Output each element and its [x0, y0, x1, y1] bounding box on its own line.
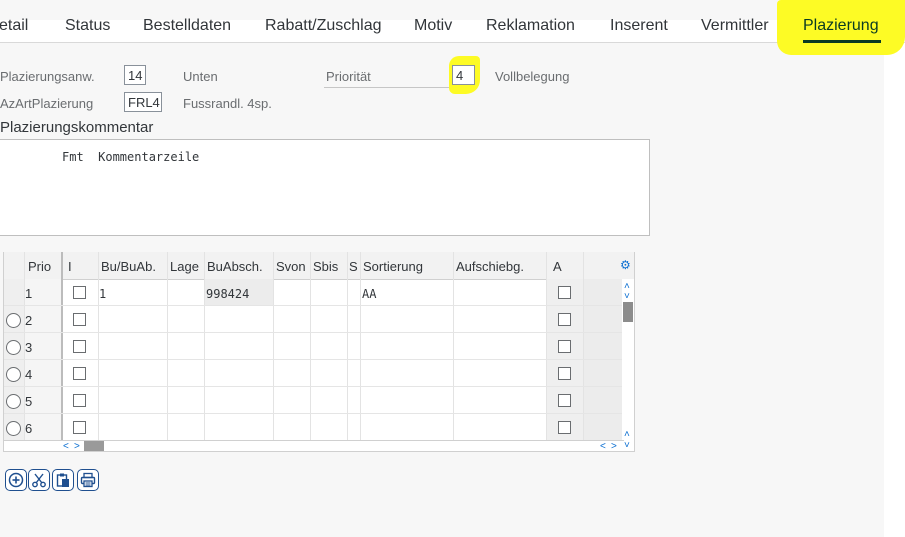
- row-divider: [4, 332, 624, 333]
- row-select-radio[interactable]: [6, 313, 21, 328]
- col-header-sortierung[interactable]: Sortierung: [363, 259, 423, 274]
- az-art-description: Fussrandl. 4sp.: [183, 96, 272, 111]
- col-divider: [273, 252, 274, 440]
- print-button[interactable]: [77, 469, 99, 491]
- scroll-left-icon[interactable]: <: [600, 442, 606, 452]
- tab-detail[interactable]: etail: [0, 17, 28, 35]
- tab-bestelldaten[interactable]: Bestelldaten: [143, 17, 231, 35]
- right-margin: [884, 0, 905, 537]
- col-divider: [204, 252, 205, 440]
- cut-icon: [32, 473, 46, 488]
- row-divider: [4, 413, 624, 414]
- row-prio: 4: [25, 367, 33, 382]
- col-header-buabsch[interactable]: BuAbsch.: [207, 259, 263, 274]
- col-divider: [546, 252, 547, 440]
- priority-label-underline: [324, 87, 451, 88]
- tab-rabatt-zuschlag[interactable]: Rabatt/Zuschlag: [265, 17, 382, 35]
- scroll-right-icon[interactable]: >: [74, 442, 80, 452]
- col-header-bu-buab[interactable]: Bu/BuAb.: [101, 259, 156, 274]
- row-select-radio[interactable]: [6, 340, 21, 355]
- row-prio: 1: [25, 286, 33, 301]
- col-divider: [167, 252, 168, 440]
- col-header-i[interactable]: I: [68, 259, 72, 274]
- row-a-checkbox[interactable]: [558, 340, 571, 353]
- tab-plazierung[interactable]: Plazierung: [803, 17, 879, 35]
- tab-bar-divider: [0, 42, 905, 43]
- scroll-up-icon[interactable]: ˄: [624, 430, 630, 440]
- row-bu-buab-cell[interactable]: 1: [99, 287, 106, 301]
- row-i-checkbox[interactable]: [73, 313, 86, 326]
- col-header-s[interactable]: S: [349, 259, 358, 274]
- col-header-sbis[interactable]: Sbis: [313, 259, 338, 274]
- active-tab-indicator: [803, 40, 881, 43]
- cut-button[interactable]: [28, 469, 50, 491]
- row-prio: 3: [25, 340, 33, 355]
- row-i-checkbox[interactable]: [73, 367, 86, 380]
- scroll-down-icon[interactable]: ˅: [624, 292, 630, 302]
- row-i-checkbox[interactable]: [73, 286, 86, 299]
- paste-button[interactable]: [52, 469, 74, 491]
- tab-motiv[interactable]: Motiv: [414, 17, 452, 35]
- row-buabsch-cell: 998424: [206, 287, 250, 301]
- tab-reklamation[interactable]: Reklamation: [486, 17, 575, 35]
- tab-inserent[interactable]: Inserent: [610, 17, 668, 35]
- row-prio: 5: [25, 394, 33, 409]
- row-i-checkbox[interactable]: [73, 394, 86, 407]
- row-select-radio[interactable]: [6, 394, 21, 409]
- priority-input[interactable]: 4: [452, 65, 475, 85]
- priority-description: Vollbelegung: [495, 69, 570, 84]
- placement-input[interactable]: 14: [124, 65, 146, 85]
- priority-label: Priorität: [326, 69, 371, 84]
- fixed-column-divider: [61, 252, 63, 440]
- col-divider: [347, 252, 348, 440]
- col-header-lage[interactable]: Lage: [170, 259, 199, 274]
- placement-description: Unten: [183, 69, 218, 84]
- tab-vermittler[interactable]: Vermittler: [701, 17, 769, 35]
- row-a-checkbox[interactable]: [558, 421, 571, 434]
- insert-row-button[interactable]: [5, 469, 27, 491]
- row-i-checkbox[interactable]: [73, 340, 86, 353]
- col-divider: [98, 252, 99, 440]
- col-divider: [360, 252, 361, 440]
- az-art-label: AzArtPlazierung: [0, 96, 94, 111]
- row-divider: [4, 386, 624, 387]
- row-prio: 2: [25, 313, 33, 328]
- row-a-checkbox[interactable]: [558, 367, 571, 380]
- tab-status[interactable]: Status: [65, 17, 110, 35]
- col-header-a[interactable]: A: [553, 259, 562, 274]
- row-select-radio[interactable]: [6, 367, 21, 382]
- row-a-checkbox[interactable]: [558, 394, 571, 407]
- row-divider: [4, 305, 624, 306]
- row-divider: [4, 359, 624, 360]
- tab-bar: etail Status Bestelldaten Rabatt/Zuschla…: [0, 0, 905, 55]
- az-art-input[interactable]: FRL4: [124, 92, 162, 112]
- row-prio: 6: [25, 421, 33, 436]
- row-select-radio[interactable]: [6, 421, 21, 436]
- col-divider: [310, 252, 311, 440]
- comment-section-title: Plazierungskommentar: [0, 119, 154, 136]
- placement-label: Plazierungsanw.: [0, 69, 95, 84]
- col-divider: [453, 252, 454, 440]
- scroll-left-icon[interactable]: <: [63, 442, 69, 452]
- row-sortierung-cell[interactable]: AA: [362, 287, 376, 301]
- comment-line: Fmt Kommentarzeile: [62, 150, 200, 164]
- paste-icon: [56, 473, 69, 487]
- insert-row-icon: [8, 472, 24, 488]
- vertical-scroll-thumb[interactable]: [623, 302, 633, 322]
- print-icon: [80, 472, 96, 488]
- tab-bar-background: [0, 20, 905, 42]
- scroll-down-icon[interactable]: ˅: [624, 441, 630, 451]
- col-header-aufschiebg[interactable]: Aufschiebg.: [456, 259, 524, 274]
- row-i-checkbox[interactable]: [73, 421, 86, 434]
- col-divider: [583, 252, 584, 440]
- scroll-right-icon[interactable]: >: [611, 442, 617, 452]
- col-header-prio[interactable]: Prio: [28, 259, 51, 274]
- row-a-checkbox[interactable]: [558, 286, 571, 299]
- table-settings-icon[interactable]: ⚙: [620, 258, 631, 272]
- row-a-checkbox[interactable]: [558, 313, 571, 326]
- horizontal-scroll-thumb[interactable]: [84, 441, 104, 451]
- col-header-svon[interactable]: Svon: [276, 259, 306, 274]
